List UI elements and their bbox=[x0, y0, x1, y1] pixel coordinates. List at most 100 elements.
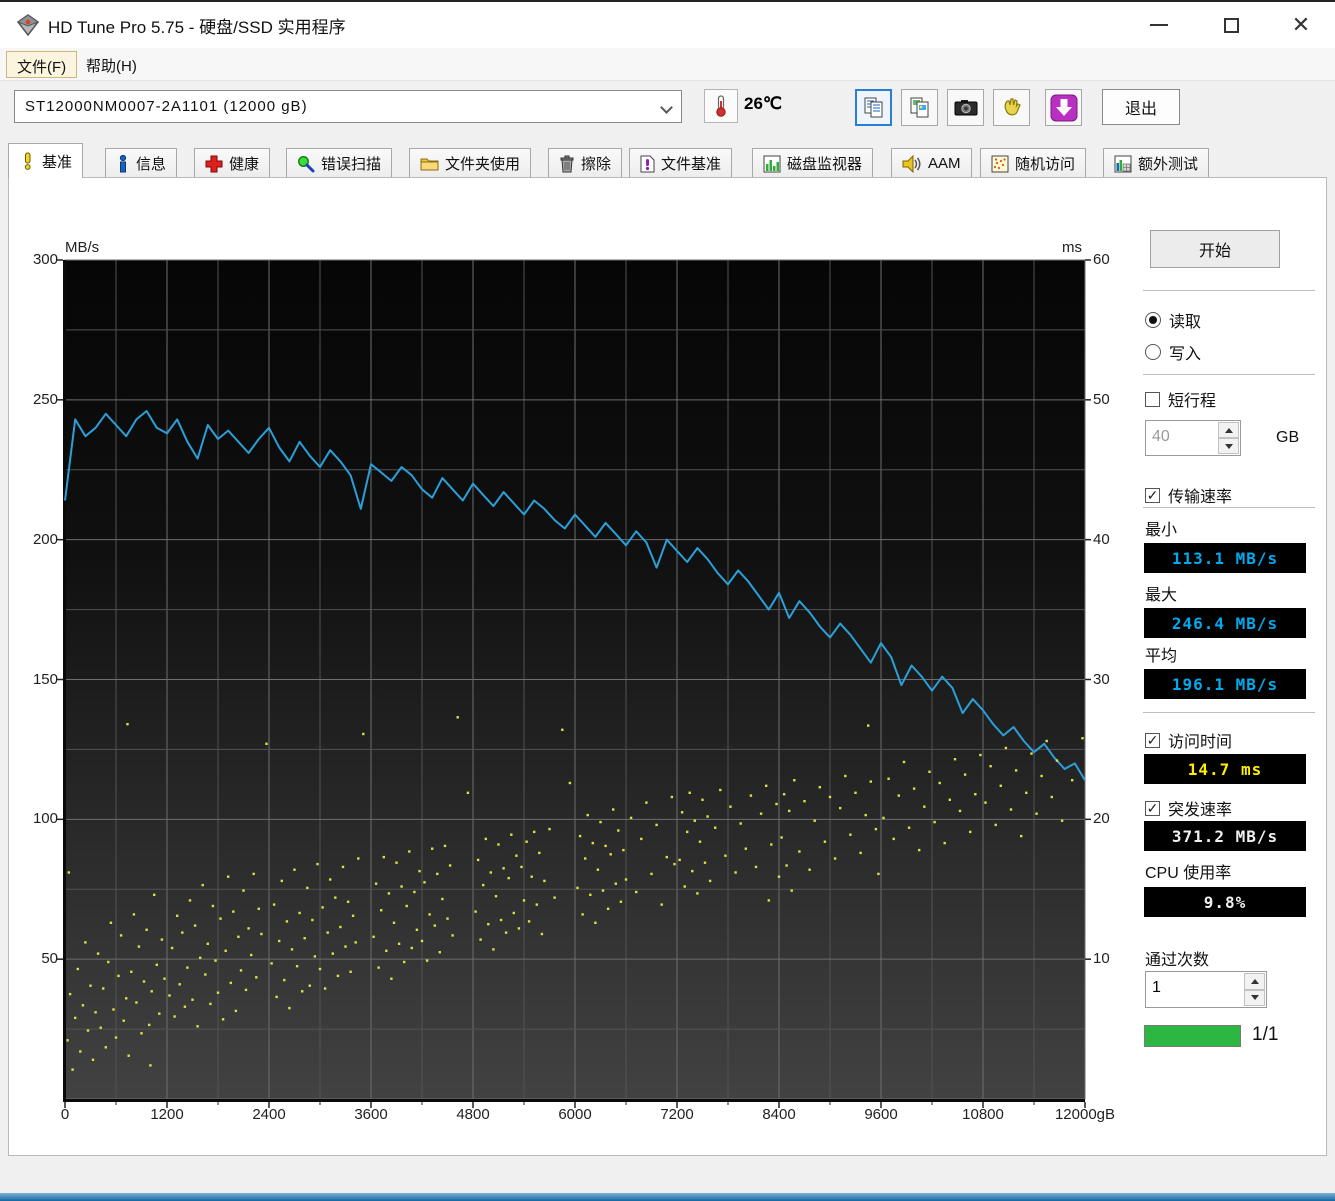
drive-select-combobox[interactable]: ST12000NM0007-2A1101 (12000 gB) bbox=[14, 90, 682, 123]
short-stroke-checkbox[interactable]: 短行程 bbox=[1145, 387, 1216, 411]
tab-aam[interactable]: AAM bbox=[891, 148, 972, 178]
arrow-down-icon bbox=[1225, 444, 1233, 449]
bar-chart-icon bbox=[763, 155, 781, 173]
axis-tick-label: 7200 bbox=[637, 1106, 717, 1123]
menu-file[interactable]: 文件(F) bbox=[6, 51, 77, 78]
screenshot-button[interactable] bbox=[947, 89, 984, 126]
app-icon bbox=[16, 13, 40, 37]
burst-rate-checkbox[interactable]: ✓ 突发速率 bbox=[1145, 796, 1232, 820]
tab-disk-monitor[interactable]: 磁盘监视器 bbox=[752, 148, 873, 178]
mode-read-radio[interactable]: 读取 bbox=[1145, 308, 1201, 332]
hand-icon bbox=[1000, 96, 1024, 120]
donate-button[interactable] bbox=[993, 89, 1030, 126]
tab-label: 健康 bbox=[229, 153, 259, 174]
burst-rate-display: 371.2 MB/s bbox=[1144, 821, 1306, 851]
tab-random-access[interactable]: 随机访问 bbox=[980, 148, 1086, 178]
minimize-icon bbox=[1150, 24, 1168, 26]
transfer-rate-checkbox[interactable]: ✓ 传输速率 bbox=[1145, 483, 1232, 507]
tab-extra-tests[interactable]: 额外测试 bbox=[1103, 148, 1209, 178]
axis-tick-label: 10 bbox=[1093, 950, 1110, 967]
exit-button[interactable]: 退出 bbox=[1102, 89, 1180, 125]
tab-file-benchmark[interactable]: 文件基准 bbox=[629, 148, 732, 178]
pass-count-label: 通过次数 bbox=[1145, 946, 1209, 970]
axis-tick-label: 6000 bbox=[535, 1106, 615, 1123]
pass-count-stepper[interactable]: 1 bbox=[1145, 971, 1267, 1008]
axis-tick-label: 250 bbox=[12, 391, 58, 408]
tab-label: 信息 bbox=[136, 153, 166, 174]
save-button[interactable] bbox=[1045, 89, 1082, 126]
axis-tick-label: 30 bbox=[1093, 671, 1110, 688]
mode-write-radio[interactable]: 写入 bbox=[1145, 340, 1201, 364]
start-label: 开始 bbox=[1199, 237, 1231, 261]
title-bar: HD Tune Pro 5.75 - 硬盘/SSD 实用程序 ✕ bbox=[0, 2, 1335, 48]
tab-label: 基准 bbox=[42, 151, 72, 172]
axis-tick-label: 20 bbox=[1093, 810, 1110, 827]
pass-count-value: 1 bbox=[1152, 979, 1161, 997]
access-time-label: 访问时间 bbox=[1168, 728, 1232, 752]
mode-write-label: 写入 bbox=[1169, 340, 1201, 364]
stepper-up-button[interactable] bbox=[1244, 973, 1265, 990]
axis-tick-label: 9600 bbox=[841, 1106, 921, 1123]
close-button[interactable]: ✕ bbox=[1272, 2, 1330, 48]
stepper-down-button[interactable] bbox=[1218, 438, 1239, 454]
short-stroke-unit-label: GB bbox=[1276, 429, 1299, 447]
access-time-checkbox[interactable]: ✓ 访问时间 bbox=[1145, 728, 1232, 752]
stepper-up-button[interactable] bbox=[1218, 422, 1239, 438]
axis-tick-label: 300 bbox=[12, 251, 58, 268]
short-stroke-size-value: 40 bbox=[1152, 428, 1170, 446]
axis-tick-label: 200 bbox=[12, 531, 58, 548]
access-time-display: 14.7 ms bbox=[1144, 754, 1306, 784]
temperature-button[interactable] bbox=[704, 89, 738, 123]
cpu-usage-label: CPU 使用率 bbox=[1145, 859, 1231, 883]
tab-health[interactable]: 健康 bbox=[194, 148, 270, 178]
tab-benchmark[interactable]: 基准 bbox=[8, 143, 83, 178]
trash-icon bbox=[559, 155, 575, 173]
tab-label: AAM bbox=[928, 155, 961, 172]
mode-read-label: 读取 bbox=[1169, 308, 1201, 332]
hd-tune-window: { "window": { "title": "HD Tune Pro 5.75… bbox=[0, 0, 1335, 1199]
axis-tick-label: 1200 bbox=[127, 1106, 207, 1123]
minimize-button[interactable] bbox=[1130, 2, 1188, 48]
axis-tick-label: 3600 bbox=[331, 1106, 411, 1123]
axis-tick-label: 150 bbox=[12, 671, 58, 688]
tab-erase[interactable]: 擦除 bbox=[548, 148, 622, 178]
radio-unselected-icon bbox=[1145, 344, 1161, 360]
tool-row: ST12000NM0007-2A1101 (12000 gB) 26℃ bbox=[0, 81, 1335, 145]
copy-image-button[interactable] bbox=[901, 89, 938, 126]
bottom-accent-bar bbox=[0, 1193, 1335, 1201]
arrow-up-icon bbox=[1251, 979, 1259, 984]
menu-help[interactable]: 帮助(H) bbox=[76, 51, 147, 78]
divider bbox=[1143, 290, 1315, 292]
divider bbox=[1143, 374, 1315, 376]
tab-label: 额外测试 bbox=[1138, 153, 1198, 174]
file-benchmark-icon bbox=[640, 155, 655, 173]
axis-tick-label: 100 bbox=[12, 810, 58, 827]
stepper-down-button[interactable] bbox=[1244, 990, 1265, 1007]
maximize-button[interactable] bbox=[1202, 2, 1260, 48]
tab-info[interactable]: 信息 bbox=[105, 148, 177, 178]
scatter-dots-icon bbox=[991, 155, 1009, 173]
checkbox-checked-icon: ✓ bbox=[1145, 801, 1160, 816]
download-arrow-icon bbox=[1049, 93, 1079, 123]
speaker-icon bbox=[902, 155, 922, 173]
exit-label: 退出 bbox=[1125, 95, 1157, 119]
axis-tick-label: 2400 bbox=[229, 1106, 309, 1123]
close-icon: ✕ bbox=[1292, 14, 1310, 36]
progress-bar bbox=[1144, 1025, 1241, 1047]
tab-label: 错误扫描 bbox=[321, 153, 381, 174]
divider bbox=[1143, 712, 1315, 714]
axis-tick-label: 60 bbox=[1093, 251, 1110, 268]
short-stroke-size-stepper[interactable]: 40 bbox=[1145, 420, 1241, 456]
tab-folder-usage[interactable]: 文件夹使用 bbox=[409, 148, 531, 178]
transfer-rate-label: 传输速率 bbox=[1168, 483, 1232, 507]
start-button[interactable]: 开始 bbox=[1150, 230, 1280, 268]
copy-report-button[interactable] bbox=[855, 89, 892, 126]
cpu-usage-display: 9.8% bbox=[1144, 887, 1306, 917]
tab-label: 擦除 bbox=[581, 153, 611, 174]
tab-error-scan[interactable]: 错误扫描 bbox=[286, 148, 392, 178]
radio-selected-icon bbox=[1145, 312, 1161, 328]
avg-value-display: 196.1 MB/s bbox=[1144, 669, 1306, 699]
magnifier-icon bbox=[297, 155, 315, 173]
axis-tick-label: 50 bbox=[12, 950, 58, 967]
chevron-down-icon bbox=[660, 101, 673, 114]
